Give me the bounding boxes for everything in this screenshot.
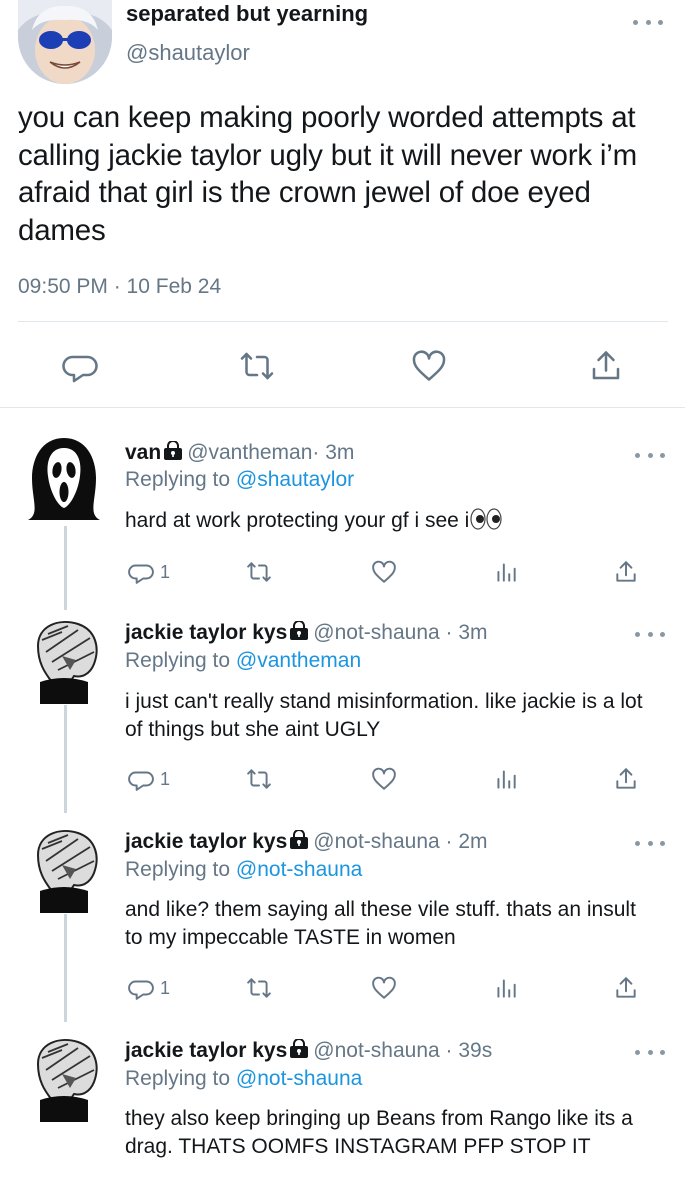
replying-to: Replying to @vantheman	[125, 649, 361, 673]
sketch-avatar[interactable]	[18, 1030, 110, 1122]
replying-label: Replying to	[125, 1067, 231, 1090]
thread-line	[64, 526, 67, 610]
reply-icon[interactable]	[62, 348, 98, 384]
sketch-avatar[interactable]	[18, 821, 110, 913]
reply-handle[interactable]: @not-shauna	[313, 830, 439, 853]
retweet-icon[interactable]	[246, 559, 272, 585]
reply-handle[interactable]: @vantheman	[187, 441, 312, 464]
main-avatar[interactable]	[18, 0, 112, 84]
main-tweet-text: you can keep making poorly worded attemp…	[18, 101, 637, 247]
reply-display-name[interactable]: jackie taylor kys	[125, 830, 287, 853]
like-icon[interactable]	[411, 348, 447, 384]
reply-handle[interactable]: @not-shauna	[313, 621, 439, 644]
more-options-icon[interactable]	[635, 628, 665, 640]
main-tweet-timestamp: 09:50 PM · 10 Feb 24	[18, 275, 222, 298]
more-options-icon[interactable]	[635, 449, 665, 461]
lock-icon	[289, 829, 309, 856]
thread-line	[64, 914, 67, 1022]
reply-display-name[interactable]: jackie taylor kys	[125, 1039, 287, 1062]
reply-text: i just can't really stand misinformation…	[125, 690, 643, 741]
replying-to-link[interactable]: @shautaylor	[236, 468, 354, 491]
reply-count: 1	[160, 769, 171, 789]
reply-header[interactable]: van @vantheman· 3m	[125, 440, 355, 467]
reply-time: · 2m	[445, 830, 488, 853]
lock-icon	[289, 620, 309, 647]
replying-label: Replying to	[125, 649, 231, 672]
reply-text: hard at work protecting your gf i see i	[125, 507, 655, 535]
replying-to: Replying to @shautaylor	[125, 468, 354, 492]
lock-icon	[289, 1038, 309, 1065]
reply-text-content: hard at work protecting your gf i see i	[125, 509, 470, 532]
reply-text: and like? them saying all these vile stu…	[125, 898, 636, 949]
reply-time: · 3m	[445, 621, 488, 644]
analytics-icon[interactable]	[493, 975, 519, 1001]
main-display-name[interactable]: separated but yearning	[126, 1, 368, 27]
retweet-icon[interactable]	[239, 348, 275, 384]
replying-to-link[interactable]: @vantheman	[236, 649, 361, 672]
replying-to: Replying to @not-shauna	[125, 1067, 362, 1091]
reply-icon[interactable]	[128, 766, 154, 792]
more-options-icon[interactable]	[633, 16, 663, 28]
reply-handle[interactable]: @not-shauna	[313, 1039, 439, 1062]
reply-icon[interactable]	[128, 559, 154, 585]
share-icon[interactable]	[613, 975, 639, 1001]
reply-display-name[interactable]: jackie taylor kys	[125, 621, 287, 644]
reply-icon[interactable]	[128, 975, 154, 1001]
reply-time: · 39s	[445, 1039, 493, 1062]
replying-label: Replying to	[125, 468, 231, 491]
like-icon[interactable]	[371, 559, 397, 585]
reply-header[interactable]: jackie taylor kys @not-shauna · 2m	[125, 829, 488, 856]
divider	[0, 407, 685, 408]
more-options-icon[interactable]	[635, 1046, 665, 1058]
replying-to-link[interactable]: @not-shauna	[236, 858, 362, 881]
reply-header[interactable]: jackie taylor kys @not-shauna · 39s	[125, 1038, 493, 1065]
reply-text: they also keep bringing up Beans from Ra…	[125, 1107, 633, 1158]
replying-label: Replying to	[125, 858, 231, 881]
analytics-icon[interactable]	[493, 766, 519, 792]
main-handle[interactable]: @shautaylor	[126, 40, 250, 66]
eyes-emoji-icon	[469, 508, 503, 532]
replying-to: Replying to @not-shauna	[125, 858, 362, 882]
divider	[18, 321, 668, 322]
sketch-avatar[interactable]	[18, 612, 110, 704]
like-icon[interactable]	[371, 766, 397, 792]
thread-line	[64, 705, 67, 813]
retweet-icon[interactable]	[246, 766, 272, 792]
like-icon[interactable]	[371, 975, 397, 1001]
ghostface-avatar[interactable]	[18, 430, 110, 522]
replying-to-link[interactable]: @not-shauna	[236, 1067, 362, 1090]
analytics-icon[interactable]	[493, 559, 519, 585]
share-icon[interactable]	[613, 559, 639, 585]
retweet-icon[interactable]	[246, 975, 272, 1001]
more-options-icon[interactable]	[635, 837, 665, 849]
reply-count: 1	[160, 978, 171, 998]
reply-count: 1	[160, 562, 171, 582]
reply-time: · 3m	[312, 441, 355, 464]
share-icon[interactable]	[588, 348, 624, 384]
reply-display-name[interactable]: van	[125, 441, 161, 464]
reply-header[interactable]: jackie taylor kys @not-shauna · 3m	[125, 620, 488, 647]
share-icon[interactable]	[613, 766, 639, 792]
lock-icon	[163, 440, 183, 467]
